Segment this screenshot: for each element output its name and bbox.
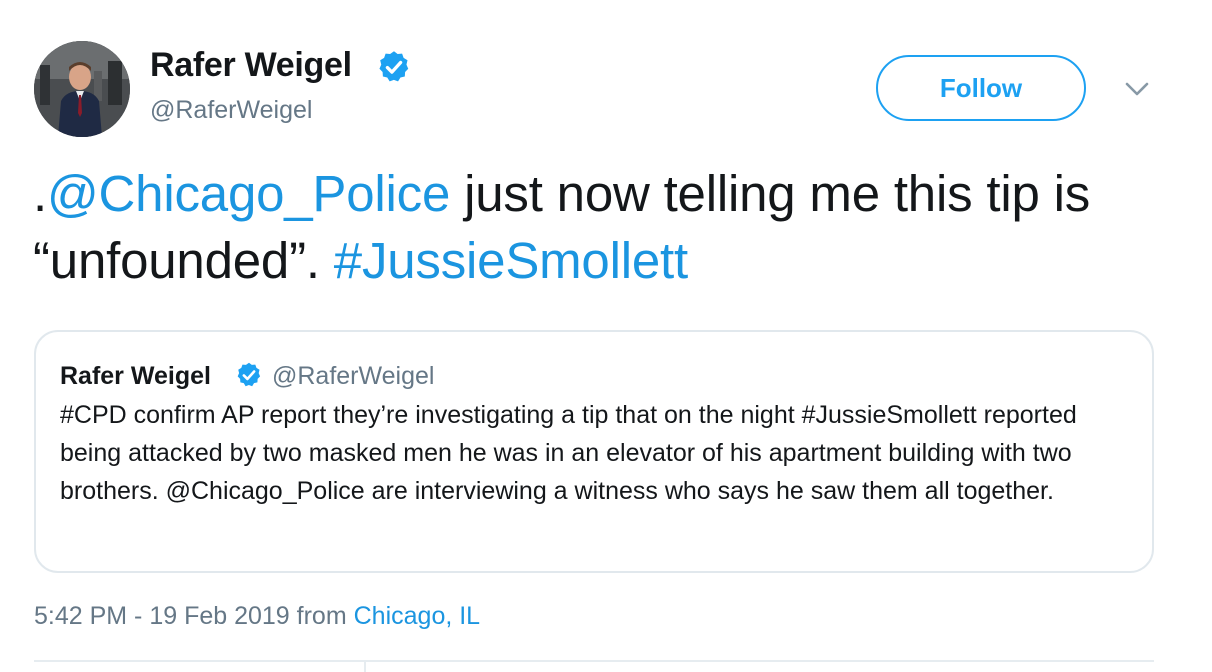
avatar-photo <box>34 41 130 137</box>
quoted-author-name: Rafer Weigel <box>60 362 211 390</box>
author-name[interactable]: Rafer Weigel <box>150 46 352 85</box>
tweet-timestamp: 5:42 PM - 19 Feb 2019 from Chicago, IL <box>34 602 480 631</box>
stats-divider <box>34 660 1154 662</box>
verified-badge-icon <box>379 51 409 82</box>
tweet-text-prefix: . <box>33 165 47 222</box>
verified-badge-icon <box>237 362 261 387</box>
quoted-author-handle: @RaferWeigel <box>272 362 435 390</box>
follow-button[interactable]: Follow <box>876 55 1086 121</box>
quoted-tweet-text: #CPD confirm AP report they’re investiga… <box>60 401 1077 505</box>
mention-link[interactable]: @Chicago_Police <box>47 165 450 222</box>
stats-column-divider <box>364 662 366 672</box>
hashtag-link[interactable]: #JussieSmollett <box>334 232 688 289</box>
chevron-down-icon[interactable] <box>1123 78 1151 100</box>
timestamp-from: from <box>289 602 354 630</box>
author-handle[interactable]: @RaferWeigel <box>150 96 312 125</box>
timestamp-link[interactable]: 5:42 PM - 19 Feb 2019 <box>34 602 290 630</box>
location-link[interactable]: Chicago, IL <box>354 602 480 630</box>
tweet-text: .@Chicago_Police just now telling me thi… <box>33 160 1183 294</box>
quoted-tweet-card[interactable]: Rafer Weigel @RaferWeigel #CPD confirm A… <box>34 330 1154 573</box>
author-avatar[interactable] <box>34 41 130 137</box>
